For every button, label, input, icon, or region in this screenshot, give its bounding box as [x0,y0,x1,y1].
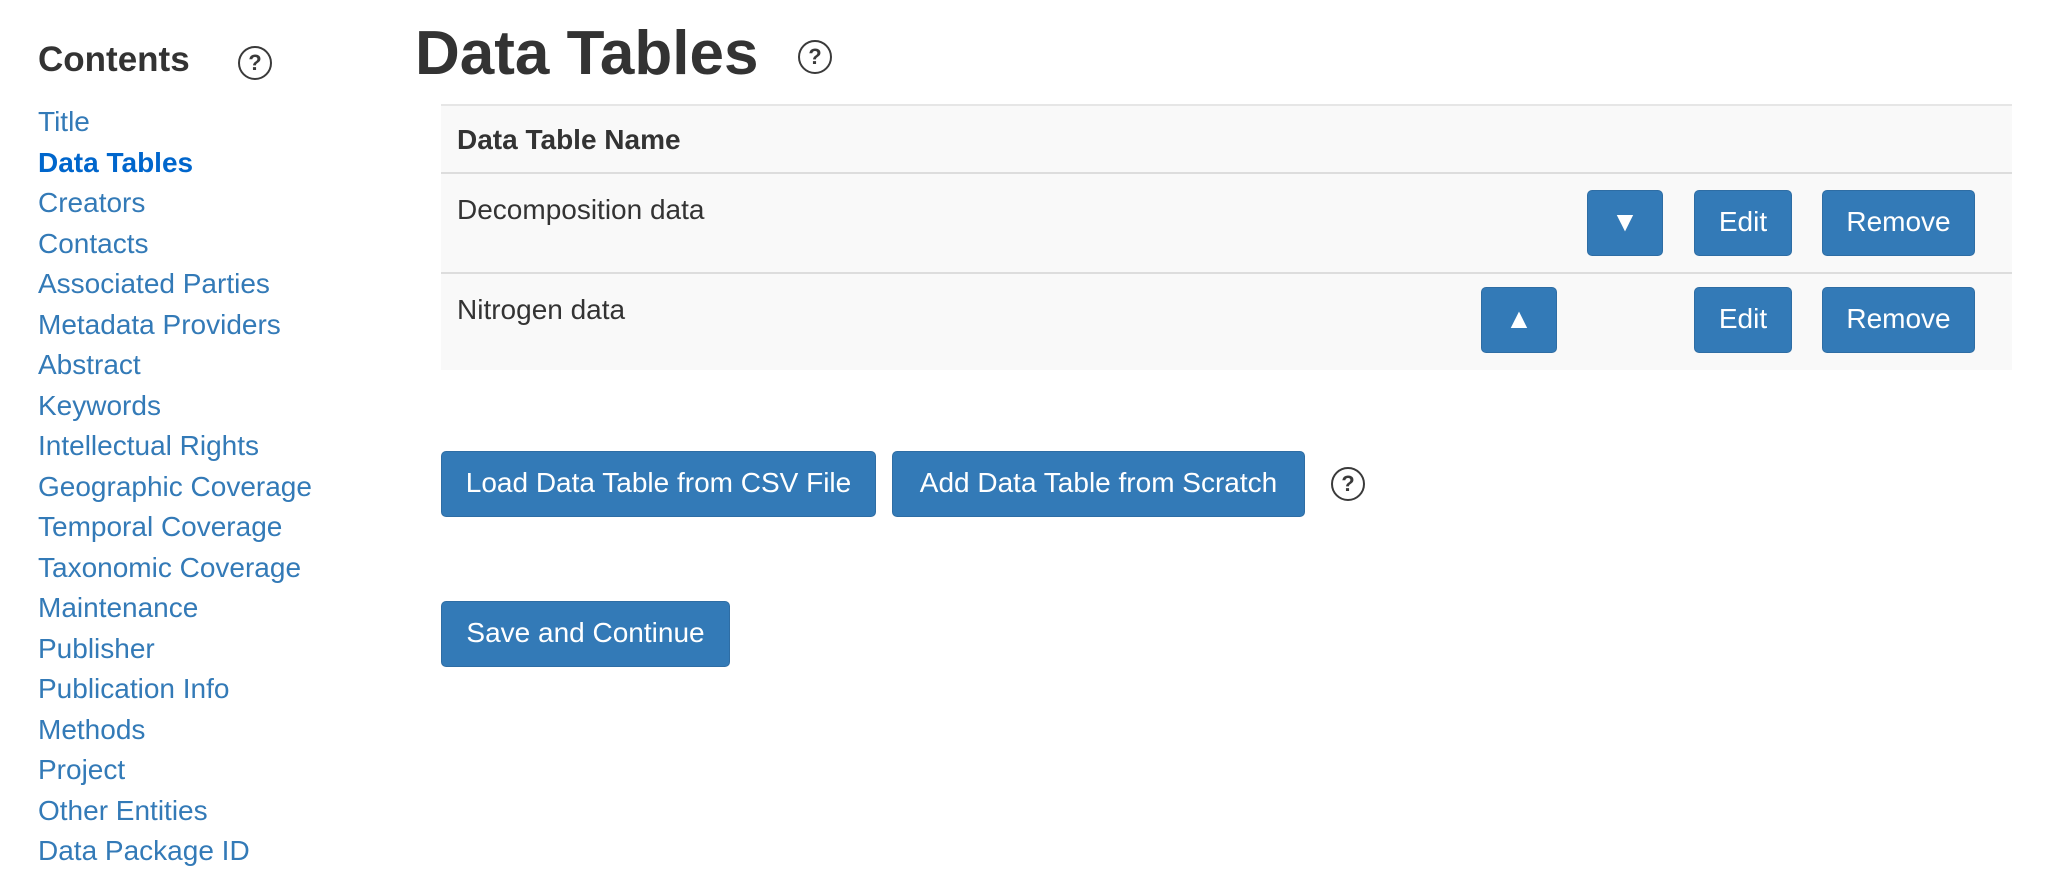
data-table-name: Nitrogen data [457,294,626,325]
sidebar-item-publisher[interactable]: Publisher [38,629,312,670]
sidebar-item-data-tables[interactable]: Data Tables [38,143,312,184]
save-and-continue-button[interactable]: Save and Continue [441,601,730,667]
move-down-button[interactable]: ▼ [1587,190,1663,256]
sidebar-header: Contents ? [38,34,378,84]
table-row: Decomposition data ▼ Edit Remove [441,174,2012,272]
sidebar-item-temporal-coverage[interactable]: Temporal Coverage [38,507,312,548]
edit-button[interactable]: Edit [1694,190,1792,256]
load-csv-button[interactable]: Load Data Table from CSV File [441,451,876,517]
sidebar-item-project[interactable]: Project [38,750,312,791]
sidebar-item-publication-info[interactable]: Publication Info [38,669,312,710]
sidebar-item-other-entities[interactable]: Other Entities [38,791,312,832]
sidebar-title: Contents [38,40,190,79]
sidebar-item-associated-parties[interactable]: Associated Parties [38,264,312,305]
remove-button[interactable]: Remove [1822,190,1975,256]
sidebar-item-keywords[interactable]: Keywords [38,386,312,427]
sidebar-item-methods[interactable]: Methods [38,710,312,751]
table-header: Data Table Name [441,104,2012,174]
move-up-button[interactable]: ▲ [1481,287,1557,353]
data-tables-table: Data Table Name Decomposition data ▼ Edi… [441,104,2012,370]
add-from-scratch-button[interactable]: Add Data Table from Scratch [892,451,1305,517]
sidebar-item-creators[interactable]: Creators [38,183,312,224]
sidebar-item-abstract[interactable]: Abstract [38,345,312,386]
remove-button[interactable]: Remove [1822,287,1975,353]
sidebar-nav: Title Data Tables Creators Contacts Asso… [38,102,312,872]
sidebar-item-taxonomic-coverage[interactable]: Taxonomic Coverage [38,548,312,589]
table-row: Nitrogen data ▲ Edit Remove [441,272,2012,370]
page-title: Data Tables [415,19,759,88]
sidebar-item-geographic-coverage[interactable]: Geographic Coverage [38,467,312,508]
help-icon[interactable]: ? [238,46,272,80]
sidebar-item-metadata-providers[interactable]: Metadata Providers [38,305,312,346]
help-icon[interactable]: ? [1331,467,1365,501]
sidebar-item-title[interactable]: Title [38,102,312,143]
page: Contents ? Title Data Tables Creators Co… [0,0,2048,872]
sidebar-item-intellectual-rights[interactable]: Intellectual Rights [38,426,312,467]
sidebar-item-contacts[interactable]: Contacts [38,224,312,265]
sidebar: Contents ? Title Data Tables Creators Co… [38,34,378,866]
data-table-name: Decomposition data [457,194,705,225]
column-header-data-table-name: Data Table Name [457,124,681,155]
edit-button[interactable]: Edit [1694,287,1792,353]
help-icon[interactable]: ? [798,40,832,74]
sidebar-item-data-package-id[interactable]: Data Package ID [38,831,312,872]
sidebar-item-maintenance[interactable]: Maintenance [38,588,312,629]
